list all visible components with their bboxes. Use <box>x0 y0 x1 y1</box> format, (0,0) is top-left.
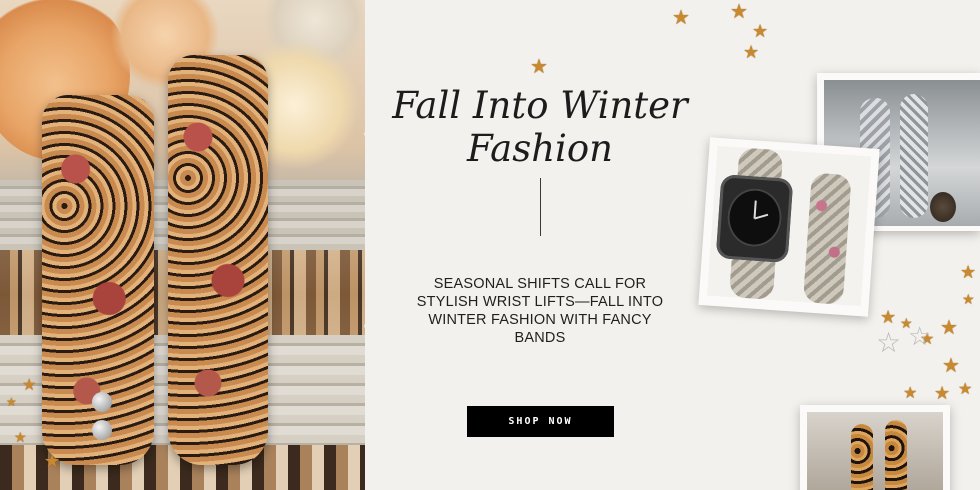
star-icon: ★ <box>752 21 769 41</box>
star-outline-icon: ☆ <box>876 327 902 358</box>
star-icon: ★ <box>962 291 975 307</box>
product-photo-polaroid <box>800 405 950 490</box>
photo-image <box>707 145 872 307</box>
torn-paper-edge <box>364 0 390 490</box>
star-icon: ★ <box>44 451 61 471</box>
shop-now-button[interactable]: SHOP NOW <box>467 406 614 437</box>
band-stud <box>92 420 112 440</box>
divider-line <box>540 178 541 236</box>
smartwatch-image <box>715 174 794 263</box>
star-icon: ★ <box>958 381 973 398</box>
product-photo-polaroid <box>698 137 880 317</box>
star-icon: ★ <box>934 383 951 403</box>
headline-text: Fall Into Winter Fashion <box>392 84 688 170</box>
star-icon: ★ <box>960 262 977 282</box>
watch-band-strap <box>168 55 268 465</box>
watch-band-strap <box>900 94 928 218</box>
pinecone-decoration <box>930 192 956 222</box>
star-icon: ★ <box>672 7 690 29</box>
watch-band-strap <box>802 172 852 305</box>
star-icon: ★ <box>14 429 27 445</box>
watch-hand <box>754 213 769 220</box>
product-photo-left: ★ ★ ★ ★ <box>0 0 365 490</box>
headline: Fall Into Winter Fashion <box>380 84 700 170</box>
star-icon: ★ <box>530 56 548 78</box>
promo-banner: ★ ★ ★ ★ Fall Into Winter Fashion SEASONA… <box>0 0 980 490</box>
watch-dial <box>725 186 784 249</box>
watch-band-strap <box>885 420 907 490</box>
star-icon: ★ <box>743 42 760 62</box>
star-icon: ★ <box>730 1 748 23</box>
watch-band-strap <box>851 424 873 490</box>
star-icon: ★ <box>22 377 37 394</box>
photo-image <box>807 412 943 490</box>
star-icon: ★ <box>940 317 958 339</box>
star-outline-icon: ☆ <box>908 321 932 351</box>
star-icon: ★ <box>6 395 17 409</box>
star-icon: ★ <box>903 385 918 402</box>
star-icon: ★ <box>880 307 897 327</box>
star-icon: ★ <box>942 355 960 377</box>
band-stud <box>92 392 112 412</box>
body-copy: SEASONAL SHIFTS CALL FOR STYLISH WRIST L… <box>416 276 664 346</box>
